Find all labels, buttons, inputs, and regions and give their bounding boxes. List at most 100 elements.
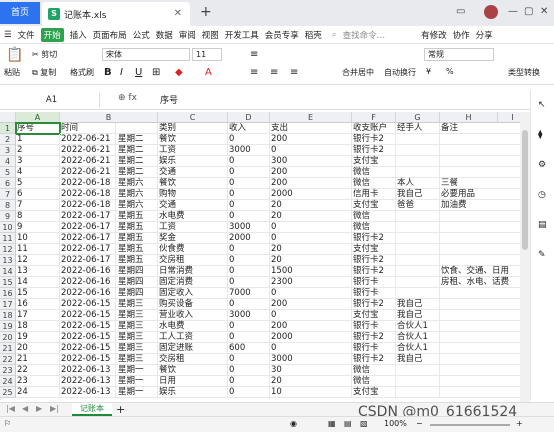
- table-cell[interactable]: 星期四: [116, 277, 158, 288]
- table-cell[interactable]: 支付宝: [352, 156, 396, 167]
- table-cell[interactable]: [396, 222, 440, 233]
- table-cell[interactable]: 0: [270, 233, 352, 244]
- table-cell[interactable]: [396, 387, 440, 398]
- zoom-slider[interactable]: [430, 424, 510, 426]
- table-cell[interactable]: 合伙人1: [396, 332, 440, 343]
- table-cell[interactable]: 2022-06-21: [60, 134, 116, 145]
- table-cell[interactable]: 0: [228, 387, 270, 398]
- table-cell[interactable]: [396, 134, 440, 145]
- tab-document[interactable]: S 记账本.xls ✕: [42, 2, 190, 26]
- column-header-E[interactable]: E: [270, 112, 352, 123]
- table-cell[interactable]: [396, 365, 440, 376]
- close-window-icon[interactable]: ✕: [540, 6, 548, 17]
- table-cell[interactable]: [396, 277, 440, 288]
- table-cell[interactable]: 2022-06-15: [60, 310, 116, 321]
- table-cell[interactable]: 日常消费: [158, 266, 228, 277]
- table-cell[interactable]: 餐饮: [158, 134, 228, 145]
- table-cell[interactable]: 11: [16, 244, 60, 255]
- menu-data[interactable]: 数据: [156, 29, 173, 41]
- table-cell[interactable]: 3000: [228, 310, 270, 321]
- table-cell[interactable]: 0: [228, 167, 270, 178]
- table-cell[interactable]: 星期五: [116, 211, 158, 222]
- table-cell[interactable]: 0: [228, 211, 270, 222]
- menu-review[interactable]: 审阅: [179, 29, 196, 41]
- table-cell[interactable]: 200: [270, 178, 352, 189]
- underline-button[interactable]: U: [135, 67, 142, 78]
- name-box[interactable]: A1: [4, 93, 100, 107]
- table-cell[interactable]: 0: [228, 299, 270, 310]
- column-header-A[interactable]: A: [16, 112, 60, 123]
- table-cell[interactable]: [396, 156, 440, 167]
- table-cell[interactable]: 0: [228, 255, 270, 266]
- wrap-text-button[interactable]: 自动换行: [384, 67, 416, 78]
- table-cell[interactable]: 交房租: [158, 255, 228, 266]
- table-cell[interactable]: 9: [16, 222, 60, 233]
- table-cell[interactable]: 2022-06-21: [60, 145, 116, 156]
- table-cell[interactable]: 1: [16, 134, 60, 145]
- table-cell[interactable]: 星期三: [116, 332, 158, 343]
- table-cell[interactable]: 支付宝: [352, 244, 396, 255]
- table-cell[interactable]: 工人工资: [158, 332, 228, 343]
- table-cell[interactable]: 信用卡: [352, 189, 396, 200]
- table-cell[interactable]: [396, 167, 440, 178]
- row-header-23[interactable]: 23: [0, 365, 16, 376]
- table-cell[interactable]: 固定收入: [158, 288, 228, 299]
- header-cell[interactable]: 类别: [158, 123, 228, 134]
- table-cell[interactable]: 奖金: [158, 233, 228, 244]
- table-cell[interactable]: 星期五: [116, 244, 158, 255]
- borders-icon[interactable]: ⊞: [152, 67, 160, 78]
- sidebar-nav-icon[interactable]: ◷: [538, 190, 546, 200]
- table-cell[interactable]: [440, 332, 520, 343]
- row-header-25[interactable]: 25: [0, 387, 16, 398]
- table-cell[interactable]: 6: [16, 189, 60, 200]
- search-input[interactable]: 查找命令…: [343, 29, 386, 41]
- table-cell[interactable]: [440, 376, 520, 387]
- table-cell[interactable]: [440, 310, 520, 321]
- table-cell[interactable]: 2000: [270, 332, 352, 343]
- table-cell[interactable]: 银行卡2: [352, 354, 396, 365]
- paste-button[interactable]: 粘贴: [4, 67, 20, 78]
- header-cell[interactable]: 收支账户: [352, 123, 396, 134]
- page-layout-icon[interactable]: ▤: [344, 419, 352, 428]
- table-cell[interactable]: 合伙人1: [396, 343, 440, 354]
- table-cell[interactable]: 8: [16, 211, 60, 222]
- table-cell[interactable]: 星期一: [116, 387, 158, 398]
- table-cell[interactable]: 工资: [158, 222, 228, 233]
- table-cell[interactable]: 7000: [228, 288, 270, 299]
- row-header-7[interactable]: 7: [0, 189, 16, 200]
- table-cell[interactable]: 200: [270, 321, 352, 332]
- table-cell[interactable]: 星期四: [116, 288, 158, 299]
- table-cell[interactable]: 三餐: [440, 178, 520, 189]
- table-cell[interactable]: 娱乐: [158, 387, 228, 398]
- column-header-H[interactable]: H: [440, 112, 498, 123]
- normal-view-icon[interactable]: ▦: [328, 419, 336, 428]
- menu-member[interactable]: 会员专享: [265, 29, 299, 41]
- table-cell[interactable]: 微信: [352, 365, 396, 376]
- table-cell[interactable]: 我自己: [396, 189, 440, 200]
- changes-button[interactable]: 有修改: [421, 29, 447, 41]
- column-header-C[interactable]: C: [158, 112, 228, 123]
- table-cell[interactable]: 12: [16, 255, 60, 266]
- table-cell[interactable]: 微信: [352, 211, 396, 222]
- menu-start[interactable]: 开始: [40, 27, 64, 42]
- table-cell[interactable]: 餐饮: [158, 178, 228, 189]
- table-cell[interactable]: 星期五: [116, 233, 158, 244]
- table-cell[interactable]: 20: [270, 255, 352, 266]
- table-cell[interactable]: 星期六: [116, 200, 158, 211]
- column-header-D[interactable]: D: [228, 112, 270, 123]
- table-cell[interactable]: [440, 156, 520, 167]
- sidebar-select-icon[interactable]: ↖: [538, 100, 546, 110]
- paste-icon[interactable]: 📋: [6, 47, 23, 63]
- table-cell[interactable]: 水电费: [158, 211, 228, 222]
- table-cell[interactable]: 300: [270, 156, 352, 167]
- table-cell[interactable]: 600: [228, 343, 270, 354]
- table-cell[interactable]: 2022-06-18: [60, 189, 116, 200]
- table-cell[interactable]: [396, 233, 440, 244]
- table-cell[interactable]: 23: [16, 376, 60, 387]
- status-macro-icon[interactable]: ⚐: [4, 419, 11, 428]
- table-cell[interactable]: 固定进账: [158, 343, 228, 354]
- align-left-icon[interactable]: ≡: [250, 67, 258, 78]
- table-cell[interactable]: 21: [16, 354, 60, 365]
- row-header-15[interactable]: 15: [0, 277, 16, 288]
- table-cell[interactable]: 20: [270, 200, 352, 211]
